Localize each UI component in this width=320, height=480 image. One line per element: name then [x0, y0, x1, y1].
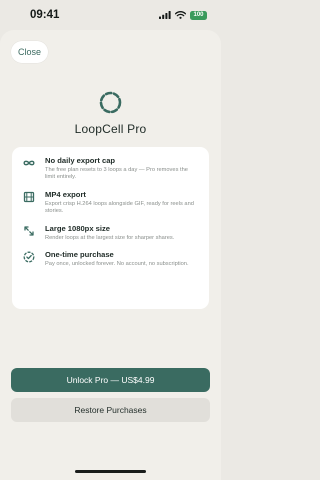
restore-purchases-button[interactable]: Restore Purchases — [11, 398, 210, 422]
wifi-icon — [175, 11, 186, 19]
feature-title: No daily export cap — [45, 156, 116, 165]
unlock-pro-button[interactable]: Unlock Pro — US$4.99 — [11, 368, 210, 392]
infinity-icon — [23, 160, 35, 166]
feature-description: Render loops at the largest size for sha… — [45, 234, 175, 241]
feature-title: One-time purchase — [45, 250, 114, 260]
feature-description: Export crisp H.264 loops alongside GIF, … — [45, 200, 194, 215]
home-indicator — [75, 470, 146, 473]
status-time: 09:41 — [30, 9, 60, 21]
signal-icon — [159, 11, 171, 19]
feature-row: No daily export cap The free plan resets… — [22, 156, 199, 182]
feature-row: Large 1080px size Render loops at the la… — [22, 224, 199, 242]
feature-row: One-time purchase Pay once, unlocked for… — [22, 250, 199, 268]
close-button[interactable]: Close — [11, 41, 48, 63]
feature-title: MP4 export — [45, 189, 86, 199]
feature-row: MP4 export Export crisp H.264 loops alon… — [22, 190, 199, 216]
check-badge-icon — [23, 251, 35, 263]
feature-title: Large 1080px size — [45, 223, 111, 233]
status-icons: 100 — [159, 10, 207, 20]
battery-icon: 100 — [190, 10, 207, 20]
film-icon — [23, 191, 35, 202]
app-title: LoopCell Pro — [74, 122, 147, 136]
feature-description: The free plan resets to 3 loops a day — … — [45, 167, 188, 181]
feature-card: No daily export cap The free plan resets… — [12, 147, 209, 309]
battery-level: 100 — [193, 12, 204, 18]
feature-description: Pay once, unlocked forever. No account, … — [45, 261, 189, 268]
status-bar: 09:41 100 — [0, 0, 221, 30]
expand-icon — [24, 225, 34, 236]
dashed-ring-icon — [99, 91, 122, 114]
